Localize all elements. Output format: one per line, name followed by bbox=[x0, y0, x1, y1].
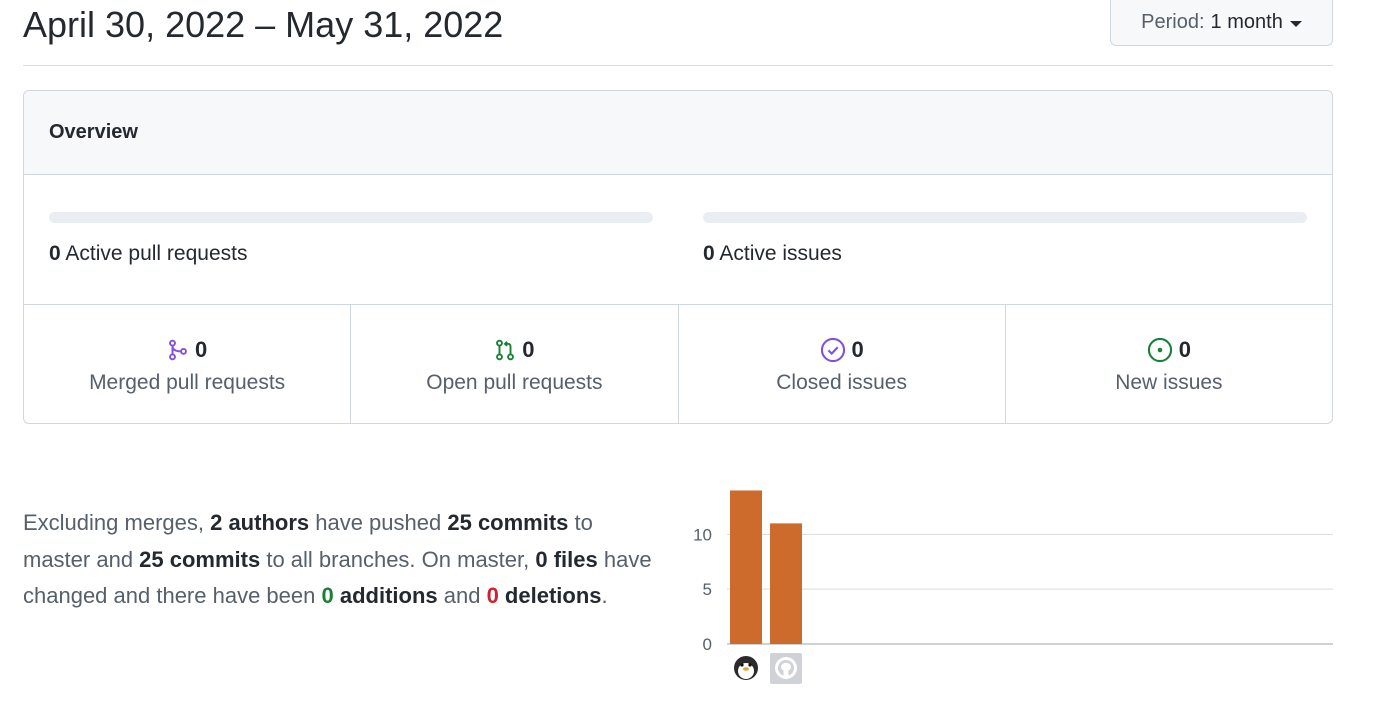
period-dropdown-button[interactable]: Period: 1 month bbox=[1110, 0, 1333, 46]
period-label: Period: bbox=[1141, 11, 1205, 33]
deletions-label: deletions bbox=[498, 583, 602, 609]
summary-text: Excluding merges, bbox=[23, 510, 211, 535]
commits-all-count: 25 commits bbox=[139, 546, 261, 572]
overview-title: Overview bbox=[24, 91, 1332, 175]
git-pull-request-icon bbox=[496, 339, 515, 361]
active-pull-requests-count: 0 bbox=[49, 242, 61, 265]
bar bbox=[770, 523, 802, 644]
summary-text: and bbox=[437, 583, 487, 609]
y-tick-label: 5 bbox=[703, 580, 712, 599]
authors-count: 2 authors bbox=[210, 510, 310, 535]
open-pull-requests-label: Open pull requests bbox=[426, 371, 603, 394]
issues-progress-bar bbox=[703, 212, 1307, 223]
new-issues-count: 0 bbox=[1178, 337, 1191, 362]
closed-issues-label: Closed issues bbox=[776, 371, 907, 394]
page-title: April 30, 2022 – May 31, 2022 bbox=[23, 4, 504, 45]
active-issues-link[interactable]: 0 Active issues bbox=[703, 242, 842, 266]
bar bbox=[730, 490, 762, 644]
merged-pull-requests-label: Merged pull requests bbox=[89, 371, 286, 394]
github-mark-head bbox=[781, 662, 791, 672]
penguin-belly bbox=[738, 663, 754, 679]
caret-down-icon bbox=[1289, 20, 1302, 27]
penguin-beak bbox=[743, 667, 749, 671]
issue-closed-icon bbox=[820, 337, 845, 363]
issue-opened-icon bbox=[1147, 337, 1172, 363]
new-issues-cell[interactable]: 0 New issues bbox=[1006, 305, 1332, 423]
git-merge-icon bbox=[169, 339, 187, 361]
active-issues-label: Active issues bbox=[719, 242, 842, 265]
open-pull-requests-cell[interactable]: 0 Open pull requests bbox=[351, 305, 679, 423]
y-tick-label: 0 bbox=[703, 635, 712, 654]
new-issues-label: New issues bbox=[1115, 371, 1223, 394]
period-value: 1 month bbox=[1210, 11, 1283, 33]
github-mark-neck bbox=[783, 671, 789, 677]
summary-text: have pushed bbox=[309, 510, 448, 535]
summary-text: . bbox=[601, 583, 608, 609]
commit-summary: Excluding merges, 2 authors have pushed … bbox=[23, 505, 663, 615]
divider bbox=[23, 65, 1333, 66]
deletions-count: 0 bbox=[486, 583, 499, 609]
active-pull-requests-label: Active pull requests bbox=[65, 242, 248, 265]
additions-label: additions bbox=[333, 583, 438, 609]
commits-master-count: 25 commits bbox=[447, 510, 569, 535]
penguin-eye bbox=[748, 663, 752, 667]
merged-pull-requests-cell[interactable]: 0 Merged pull requests bbox=[24, 305, 352, 423]
merged-pull-requests-count: 0 bbox=[195, 337, 208, 362]
summary-text: to all branches. On master, bbox=[260, 546, 536, 572]
files-count: 0 files bbox=[535, 546, 598, 572]
closed-issues-cell[interactable]: 0 Closed issues bbox=[679, 305, 1006, 423]
active-pull-requests-link[interactable]: 0 Active pull requests bbox=[49, 242, 247, 266]
commits-by-author-chart: 0 5 10 bbox=[693, 490, 1333, 684]
overview-activity: 0 Active pull requests 0 Active issues bbox=[24, 175, 1332, 305]
penguin-eye bbox=[740, 663, 744, 667]
overview-panel: Overview 0 Active pull requests 0 Active… bbox=[23, 90, 1333, 424]
active-issues-count: 0 bbox=[703, 242, 715, 265]
additions-count: 0 bbox=[321, 583, 334, 609]
y-tick-label: 10 bbox=[693, 525, 712, 544]
pull-requests-progress-bar bbox=[49, 212, 653, 223]
open-pull-requests-count: 0 bbox=[522, 337, 535, 362]
closed-issues-count: 0 bbox=[851, 337, 864, 362]
